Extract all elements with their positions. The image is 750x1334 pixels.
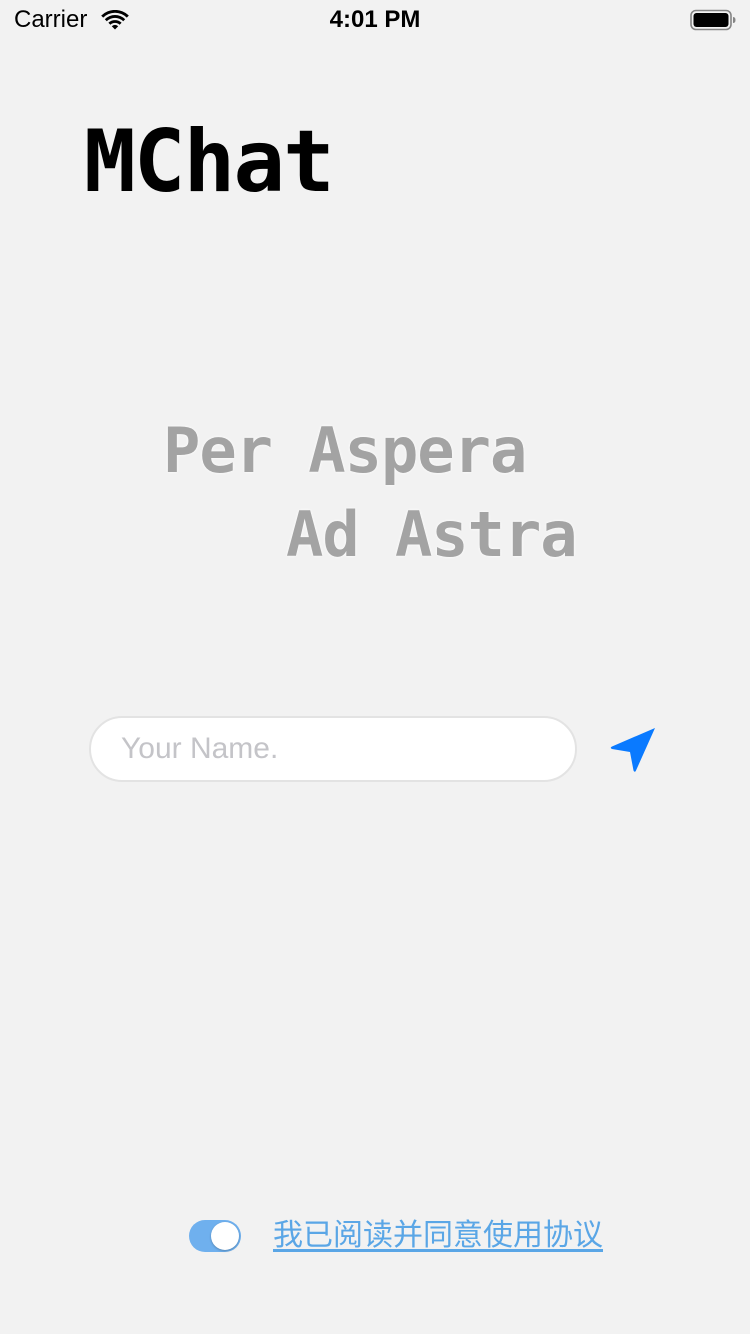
send-icon: [610, 728, 655, 772]
toggle-knob: [211, 1222, 239, 1250]
motto-line-1: Per Aspera: [163, 414, 527, 487]
agreement-link[interactable]: 我已阅读并同意使用协议: [273, 1216, 603, 1256]
battery-full-icon: [690, 9, 736, 31]
app-title: MChat: [84, 112, 335, 212]
motto-line-2: Ad Astra: [286, 498, 578, 571]
status-bar: Carrier 4:01 PM: [0, 0, 750, 40]
agreement-toggle[interactable]: [189, 1220, 241, 1252]
send-button[interactable]: [604, 722, 660, 778]
name-input[interactable]: [89, 716, 577, 782]
status-time: 4:01 PM: [329, 6, 421, 33]
